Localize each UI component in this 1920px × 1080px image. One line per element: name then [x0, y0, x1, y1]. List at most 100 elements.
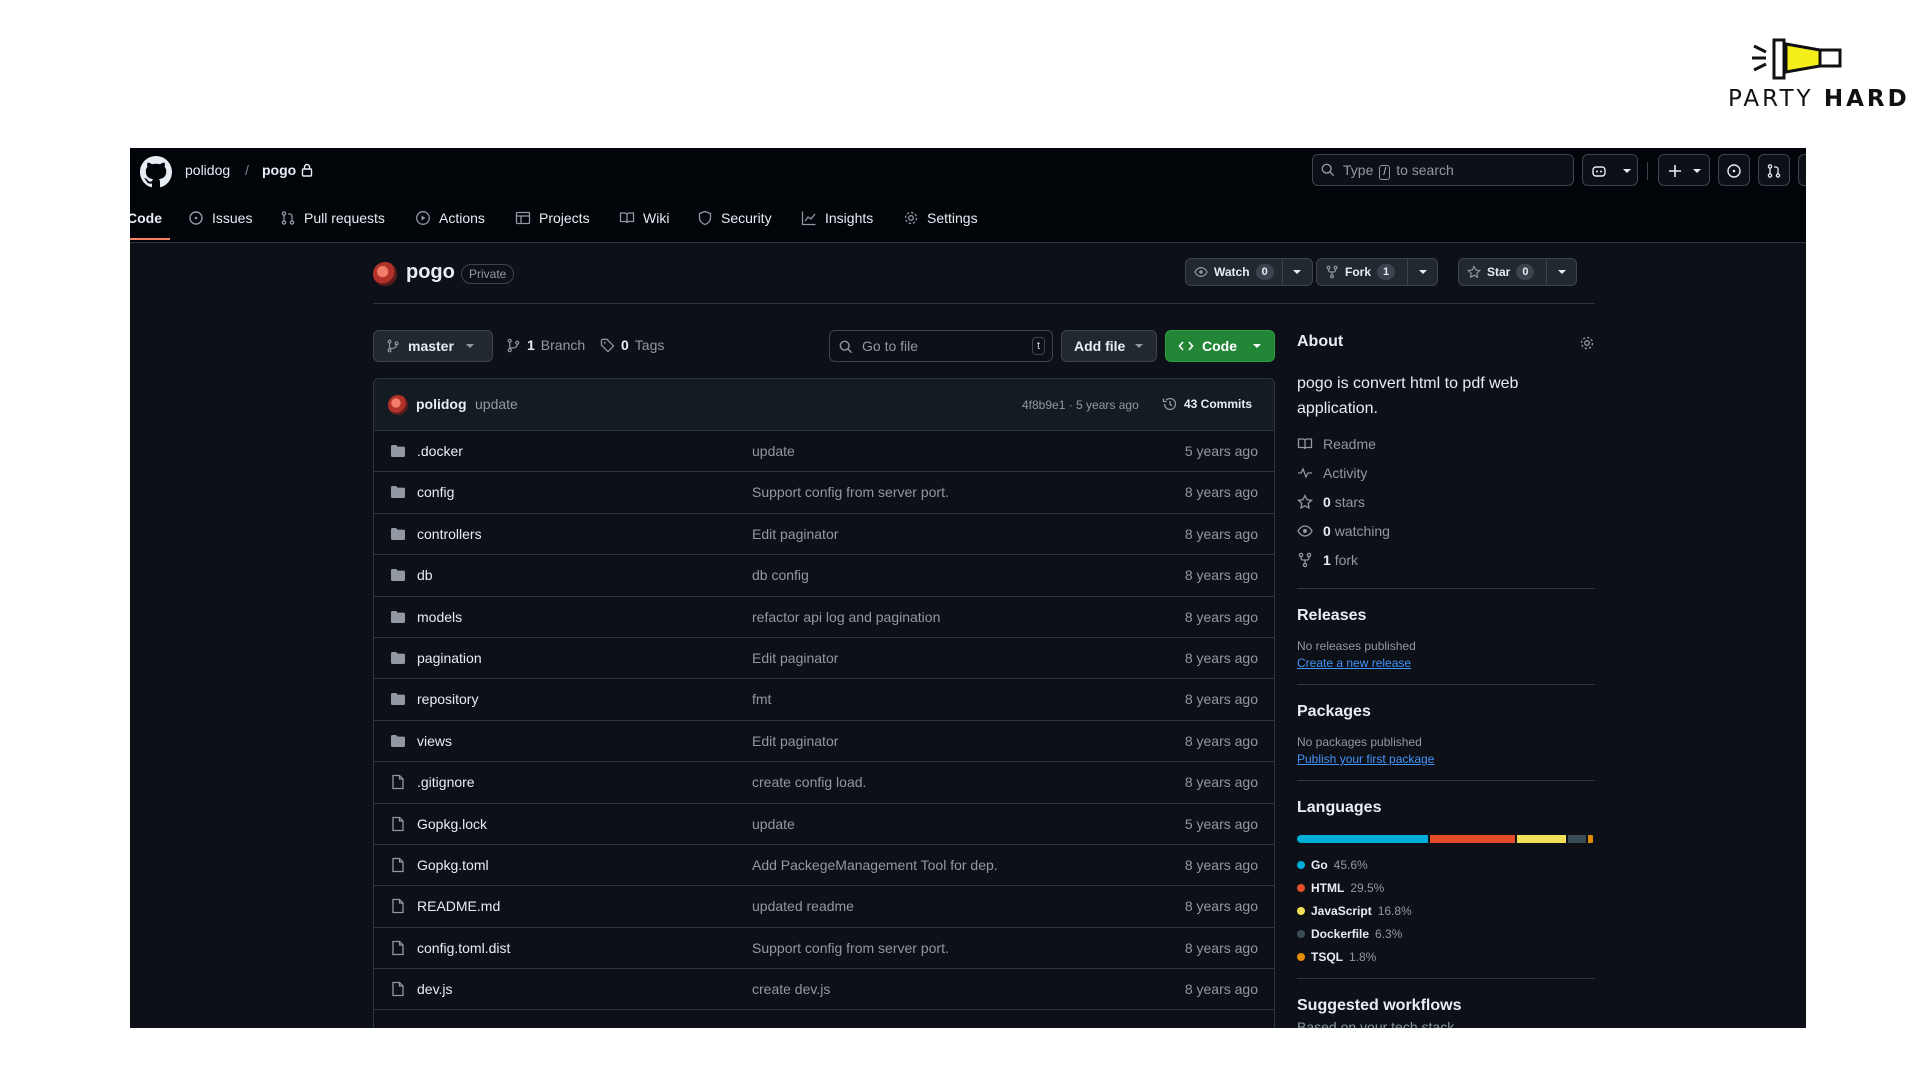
watch-button[interactable]: Watch 0 — [1185, 258, 1313, 286]
releases-heading[interactable]: Releases — [1297, 607, 1595, 625]
create-new-button[interactable] — [1658, 154, 1710, 186]
file-row[interactable]: repository fmt 8 years ago — [374, 679, 1274, 721]
file-row[interactable]: config Support config from server port. 8 … — [374, 472, 1274, 514]
file-commit-message[interactable]: refactor api log and pagination — [752, 609, 940, 625]
language-item[interactable]: Go 45.6% — [1297, 853, 1447, 876]
avatar[interactable] — [388, 395, 408, 415]
about-link-watching[interactable]: 0 watching — [1297, 516, 1595, 545]
avatar[interactable] — [373, 262, 397, 286]
fork-button[interactable]: Fork 1 — [1316, 258, 1439, 286]
file-name[interactable]: config.toml.dist — [417, 940, 510, 956]
commit-sha[interactable]: 4f8b9e1 · 5 years ago — [1022, 398, 1139, 412]
folder-icon — [391, 486, 405, 499]
file-row[interactable]: dev.js create dev.js 8 years ago — [374, 969, 1274, 1011]
copilot-button[interactable] — [1582, 154, 1638, 186]
tags-link[interactable]: 0 Tags — [600, 337, 664, 353]
language-item[interactable]: HTML 29.5% — [1297, 876, 1447, 899]
fork-dropdown[interactable] — [1407, 259, 1437, 285]
file-name[interactable]: db — [417, 567, 433, 583]
languages-heading: Languages — [1297, 799, 1382, 816]
file-commit-message[interactable]: Support config from server port. — [752, 940, 949, 956]
tab-insights[interactable]: Insights — [801, 210, 873, 226]
file-name[interactable]: pagination — [417, 650, 482, 666]
publish-package-link[interactable]: Publish your first package — [1297, 752, 1595, 766]
file-commit-message[interactable]: create config load. — [752, 774, 866, 790]
file-name[interactable]: views — [417, 733, 452, 749]
tab-pull-requests[interactable]: Pull requests — [280, 210, 385, 226]
breadcrumb-repo[interactable]: pogo — [262, 162, 296, 178]
file-commit-message[interactable]: create dev.js — [752, 981, 830, 997]
file-icon — [392, 857, 404, 873]
packages-heading[interactable]: Packages — [1297, 703, 1595, 721]
tab-projects[interactable]: Projects — [515, 210, 590, 226]
add-file-button[interactable]: Add file — [1061, 330, 1157, 362]
file-row[interactable]: Gopkg.lock update 5 years ago — [374, 804, 1274, 845]
github-window: polidog / pogo Type / to search Code Iss… — [130, 148, 1806, 1028]
file-commit-message[interactable]: Edit paginator — [752, 526, 838, 542]
file-name[interactable]: Gopkg.lock — [417, 816, 487, 832]
file-name[interactable]: dev.js — [417, 981, 453, 997]
language-item[interactable]: TSQL 1.8% — [1297, 945, 1447, 968]
file-row[interactable]: Gopkg.toml Add PackegeManagement Tool for… — [374, 845, 1274, 887]
go-to-file-input[interactable]: Go to file t — [829, 330, 1053, 362]
file-commit-message[interactable]: Add PackegeManagement Tool for dep. — [752, 857, 998, 873]
star-button[interactable]: Star 0 — [1458, 258, 1578, 286]
file-row[interactable]: controllers Edit paginator 8 years ago — [374, 514, 1274, 556]
tab-code[interactable]: Code — [130, 210, 162, 226]
commit-author[interactable]: polidog — [416, 396, 467, 412]
search-input[interactable]: Type / to search — [1312, 154, 1574, 186]
tab-issues[interactable]: Issues — [188, 210, 252, 226]
commit-message[interactable]: update — [475, 396, 518, 412]
tab-actions[interactable]: Actions — [415, 210, 485, 226]
file-commit-message[interactable]: updated readme — [752, 898, 854, 914]
file-commit-message[interactable]: update — [752, 816, 795, 832]
file-commit-message[interactable]: db config — [752, 567, 809, 583]
tab-wiki[interactable]: Wiki — [619, 210, 669, 226]
file-name[interactable]: README.md — [417, 898, 500, 914]
file-name[interactable]: config — [417, 484, 454, 500]
tab-security[interactable]: Security — [697, 210, 772, 226]
inbox-button[interactable] — [1798, 154, 1806, 186]
file-commit-message[interactable]: Edit paginator — [752, 650, 838, 666]
about-link-Activity[interactable]: Activity — [1297, 458, 1595, 487]
about-link-Readme[interactable]: Readme — [1297, 429, 1595, 458]
tab-settings[interactable]: Settings — [903, 210, 978, 226]
file-row[interactable]: db db config 8 years ago — [374, 555, 1274, 597]
section-divider — [1297, 780, 1595, 781]
commits-link[interactable]: 43 Commits — [1162, 396, 1252, 412]
code-button[interactable]: Code — [1165, 330, 1275, 362]
branches-link[interactable]: 1 Branch — [506, 337, 585, 353]
breadcrumb-owner[interactable]: polidog — [185, 162, 230, 178]
file-commit-message[interactable]: Support config from server port. — [752, 484, 949, 500]
file-commit-message[interactable]: fmt — [752, 691, 771, 707]
file-name[interactable]: controllers — [417, 526, 482, 542]
gear-icon[interactable] — [1579, 335, 1595, 351]
file-row[interactable]: .gitignore create config load. 8 years ago — [374, 762, 1274, 804]
file-row[interactable]: .docker update 5 years ago — [374, 431, 1274, 473]
language-item[interactable]: JavaScript 16.8% — [1297, 899, 1447, 922]
file-row[interactable]: config.toml.dist Support config from serv… — [374, 928, 1274, 970]
pull-requests-button[interactable] — [1758, 154, 1790, 186]
section-divider — [1297, 978, 1595, 979]
language-item[interactable]: Dockerfile 6.3% — [1297, 922, 1447, 945]
about-link-stars[interactable]: 0 stars — [1297, 487, 1595, 516]
file-name[interactable]: .docker — [417, 443, 463, 459]
issues-button[interactable] — [1718, 154, 1750, 186]
file-name[interactable]: .gitignore — [417, 774, 475, 790]
about-link-fork[interactable]: 1 fork — [1297, 545, 1595, 574]
star-dropdown[interactable] — [1546, 259, 1576, 285]
watch-dropdown[interactable] — [1281, 259, 1312, 285]
file-name[interactable]: Gopkg.toml — [417, 857, 489, 873]
create-release-link[interactable]: Create a new release — [1297, 656, 1595, 670]
file-commit-message[interactable]: update — [752, 443, 795, 459]
github-logo-icon[interactable] — [140, 156, 172, 188]
file-row[interactable]: README.md updated readme 8 years ago — [374, 886, 1274, 928]
file-commit-message[interactable]: Edit paginator — [752, 733, 838, 749]
file-name[interactable]: repository — [417, 691, 478, 707]
repo-title[interactable]: pogo — [406, 261, 455, 284]
file-row[interactable]: models refactor api log and pagination 8 y… — [374, 597, 1274, 638]
file-row[interactable]: views Edit paginator 8 years ago — [374, 721, 1274, 763]
file-name[interactable]: models — [417, 609, 462, 625]
branch-selector[interactable]: master — [373, 330, 493, 362]
file-row[interactable]: pagination Edit paginator 8 years ago — [374, 638, 1274, 680]
